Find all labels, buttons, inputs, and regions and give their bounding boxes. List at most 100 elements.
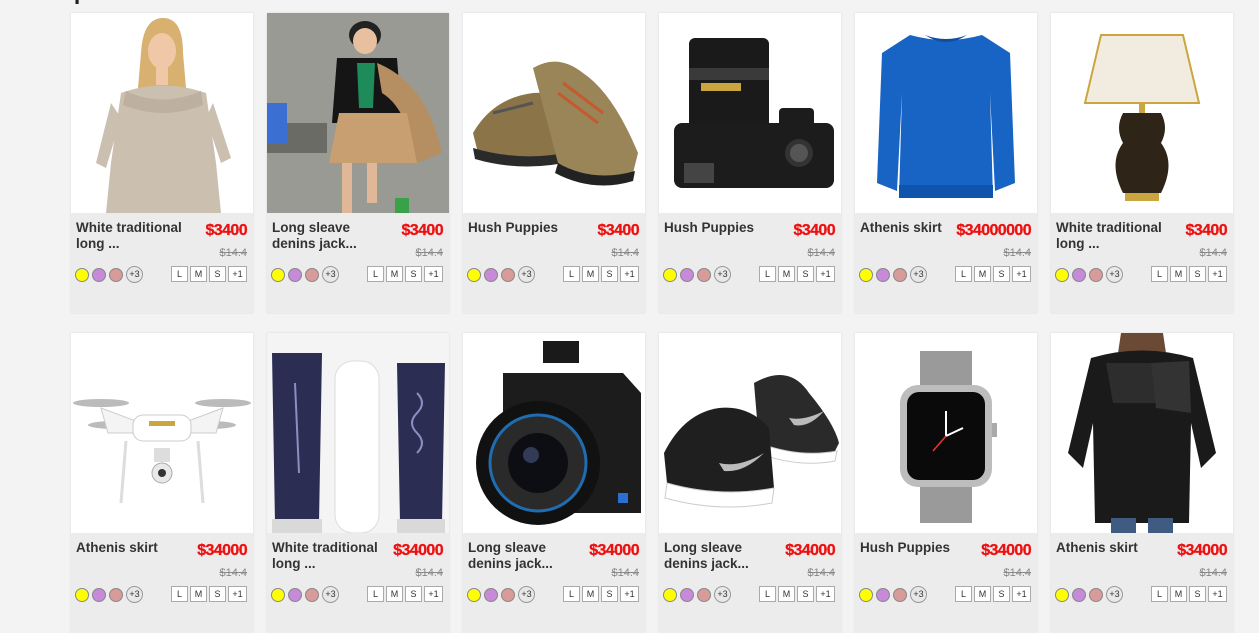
more-sizes-badge[interactable]: +1	[424, 266, 443, 282]
color-swatch-purple[interactable]	[1072, 587, 1086, 602]
product-name[interactable]: White traditional long ...	[76, 220, 191, 252]
more-colors-badge[interactable]: +3	[714, 266, 731, 283]
product-name[interactable]: Hush Puppies	[664, 220, 779, 236]
more-colors-badge[interactable]: +3	[126, 266, 143, 283]
color-swatch-yellow[interactable]	[1055, 267, 1069, 282]
color-swatch-pink[interactable]	[501, 587, 515, 602]
color-swatch-yellow[interactable]	[859, 587, 873, 602]
table-lamp-image[interactable]	[1051, 13, 1233, 213]
drone-image[interactable]	[71, 333, 253, 533]
color-swatch-pink[interactable]	[697, 267, 711, 282]
more-sizes-badge[interactable]: +1	[816, 586, 835, 602]
size-option[interactable]: L	[171, 586, 188, 602]
size-option[interactable]: M	[974, 266, 991, 282]
hiking-shoes-image[interactable]	[463, 13, 645, 213]
product-card[interactable]: Hush Puppies $34000 $14.4 +3 L M S +1	[855, 333, 1037, 633]
color-swatch-purple[interactable]	[680, 267, 694, 282]
size-option[interactable]: L	[563, 266, 580, 282]
product-card[interactable]: Athenis skirt $34000 $14.4 +3 L M S +1	[71, 333, 253, 633]
product-card[interactable]: Hush Puppies $3400 $14.4 +3 L M S +1	[463, 13, 645, 313]
size-option[interactable]: L	[955, 266, 972, 282]
color-swatch-purple[interactable]	[92, 267, 106, 282]
color-swatch-pink[interactable]	[305, 267, 319, 282]
color-swatch-purple[interactable]	[92, 587, 106, 602]
woman-sweater-image[interactable]	[71, 13, 253, 213]
color-swatch-pink[interactable]	[893, 587, 907, 602]
product-card[interactable]: Athenis skirt $34000000 $14.4 +3 L M S +…	[855, 13, 1037, 313]
size-option[interactable]: S	[405, 586, 422, 602]
size-option[interactable]: S	[797, 586, 814, 602]
color-swatch-purple[interactable]	[288, 267, 302, 282]
color-swatch-pink[interactable]	[501, 267, 515, 282]
product-name[interactable]: Athenis skirt	[76, 540, 191, 556]
product-card[interactable]: Athenis skirt $34000 $14.4 +3 L M S +1	[1051, 333, 1233, 633]
size-option[interactable]: S	[993, 266, 1010, 282]
product-name[interactable]: Hush Puppies	[860, 540, 975, 556]
dslr-camera-image[interactable]	[659, 13, 841, 213]
size-option[interactable]: M	[778, 266, 795, 282]
more-sizes-badge[interactable]: +1	[816, 266, 835, 282]
product-card[interactable]: White traditional long ... $34000 $14.4 …	[267, 333, 449, 633]
color-swatch-purple[interactable]	[484, 267, 498, 282]
size-option[interactable]: M	[582, 266, 599, 282]
size-option[interactable]: S	[601, 586, 618, 602]
color-swatch-yellow[interactable]	[663, 267, 677, 282]
size-option[interactable]: M	[582, 586, 599, 602]
more-colors-badge[interactable]: +3	[714, 586, 731, 603]
product-name[interactable]: Long sleave denins jack...	[664, 540, 779, 572]
skincare-bottles-image[interactable]	[267, 333, 449, 533]
color-swatch-yellow[interactable]	[467, 267, 481, 282]
size-option[interactable]: M	[1170, 586, 1187, 602]
color-swatch-yellow[interactable]	[75, 587, 89, 602]
more-colors-badge[interactable]: +3	[518, 266, 535, 283]
size-option[interactable]: M	[190, 586, 207, 602]
blue-sweatshirt-image[interactable]	[855, 13, 1037, 213]
size-option[interactable]: M	[778, 586, 795, 602]
color-swatch-purple[interactable]	[1072, 267, 1086, 282]
color-swatch-yellow[interactable]	[467, 587, 481, 602]
size-option[interactable]: M	[386, 266, 403, 282]
more-colors-badge[interactable]: +3	[910, 266, 927, 283]
color-swatch-purple[interactable]	[288, 587, 302, 602]
color-swatch-yellow[interactable]	[859, 267, 873, 282]
size-option[interactable]: L	[171, 266, 188, 282]
size-option[interactable]: S	[405, 266, 422, 282]
color-swatch-pink[interactable]	[697, 587, 711, 602]
product-card[interactable]: Long sleave denins jack... $34000 $14.4 …	[463, 333, 645, 633]
product-name[interactable]: Hush Puppies	[468, 220, 583, 236]
more-sizes-badge[interactable]: +1	[620, 586, 639, 602]
color-swatch-pink[interactable]	[893, 267, 907, 282]
size-option[interactable]: M	[1170, 266, 1187, 282]
size-option[interactable]: L	[367, 266, 384, 282]
size-option[interactable]: L	[1151, 266, 1168, 282]
more-colors-badge[interactable]: +3	[322, 586, 339, 603]
nike-sneakers-image[interactable]	[659, 333, 841, 533]
more-sizes-badge[interactable]: +1	[1208, 586, 1227, 602]
more-colors-badge[interactable]: +3	[322, 266, 339, 283]
size-option[interactable]: L	[367, 586, 384, 602]
girl-fashion-image[interactable]	[267, 13, 449, 213]
more-sizes-badge[interactable]: +1	[1208, 266, 1227, 282]
size-option[interactable]: L	[955, 586, 972, 602]
color-swatch-pink[interactable]	[305, 587, 319, 602]
color-swatch-purple[interactable]	[680, 587, 694, 602]
size-option[interactable]: M	[386, 586, 403, 602]
color-swatch-purple[interactable]	[876, 267, 890, 282]
size-option[interactable]: M	[974, 586, 991, 602]
more-colors-badge[interactable]: +3	[910, 586, 927, 603]
size-option[interactable]: S	[209, 266, 226, 282]
product-card[interactable]: White traditional long ... $3400 $14.4 +…	[71, 13, 253, 313]
product-card[interactable]: Long sleave denins jack... $3400 $14.4 +…	[267, 13, 449, 313]
product-card[interactable]: Hush Puppies $3400 $14.4 +3 L M S +1	[659, 13, 841, 313]
color-swatch-yellow[interactable]	[75, 267, 89, 282]
more-sizes-badge[interactable]: +1	[1012, 586, 1031, 602]
more-colors-badge[interactable]: +3	[1106, 266, 1123, 283]
more-colors-badge[interactable]: +3	[518, 586, 535, 603]
product-name[interactable]: White traditional long ...	[1056, 220, 1171, 252]
more-sizes-badge[interactable]: +1	[228, 266, 247, 282]
size-option[interactable]: S	[601, 266, 618, 282]
size-option[interactable]: S	[993, 586, 1010, 602]
color-swatch-yellow[interactable]	[271, 587, 285, 602]
more-sizes-badge[interactable]: +1	[1012, 266, 1031, 282]
color-swatch-pink[interactable]	[109, 587, 123, 602]
